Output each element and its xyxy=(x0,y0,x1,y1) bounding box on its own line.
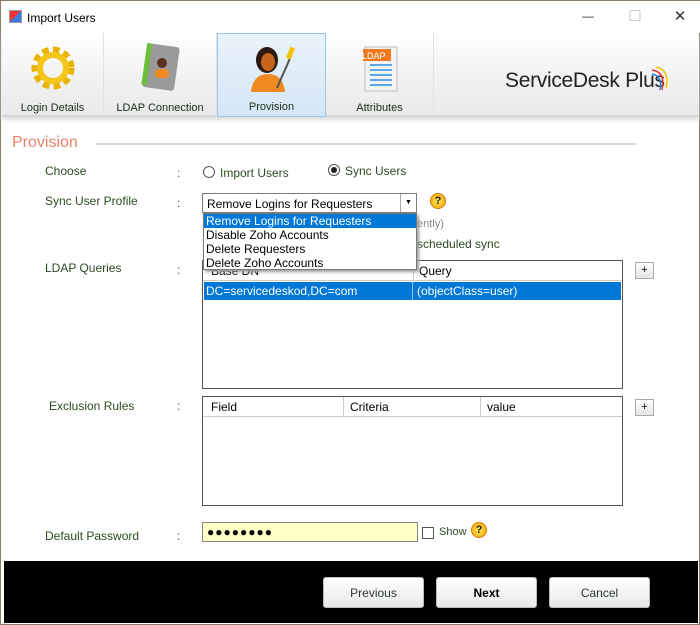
selected-value: Remove Logins for Requesters xyxy=(207,197,373,211)
column-divider[interactable] xyxy=(343,397,344,417)
servicedesk-plus-logo: ServiceDesk Plus xyxy=(505,69,665,92)
logo-arcs-icon xyxy=(651,66,668,91)
address-book-icon xyxy=(141,42,180,91)
colon: : xyxy=(177,166,181,180)
wizard-toolbar: Login Details LDAP Connection Provision … xyxy=(2,33,699,117)
maximize-button[interactable]: ☐ xyxy=(625,7,645,25)
column-header[interactable]: Criteria xyxy=(350,400,389,414)
tab-label: Provision xyxy=(248,101,295,113)
section-divider xyxy=(96,143,636,145)
section-title: Provision xyxy=(12,134,78,151)
show-password-label[interactable]: Show xyxy=(439,526,467,538)
ldap-queries-label: LDAP Queries xyxy=(45,261,122,275)
sync-users-radio[interactable] xyxy=(328,164,340,176)
dropdown-option[interactable]: Disable Zoho Accounts xyxy=(204,228,416,242)
tab-label: Attributes xyxy=(356,102,403,114)
table-row[interactable]: DC=servicedeskod,DC=com (objectClass=use… xyxy=(204,282,621,300)
column-header[interactable]: value xyxy=(487,400,516,414)
sync-user-profile-label: Sync User Profile xyxy=(45,194,138,208)
column-header[interactable]: Field xyxy=(211,400,237,414)
hidden-note: ently) xyxy=(417,218,444,230)
column-divider[interactable] xyxy=(480,397,481,417)
tab-label: LDAP Connection xyxy=(116,102,204,114)
default-password-label: Default Password xyxy=(45,529,140,543)
exclusion-rules-label: Exclusion Rules xyxy=(49,399,135,413)
dropdown-option[interactable]: Delete Zoho Accounts xyxy=(204,256,416,270)
ldap-document-icon xyxy=(362,46,397,92)
default-password-input[interactable]: ●●●●●●●● xyxy=(202,522,418,542)
gear-icon xyxy=(31,46,74,90)
exclusion-rules-table[interactable]: Field Criteria value xyxy=(202,396,623,506)
table-header: Field Criteria value xyxy=(203,397,622,417)
window-title: Import Users xyxy=(27,11,96,25)
tab-attributes[interactable]: LDAP Attributes xyxy=(326,33,434,117)
minimize-button[interactable]: — xyxy=(578,9,598,23)
import-users-label[interactable]: Import Users xyxy=(220,166,289,180)
colon: : xyxy=(177,263,181,277)
choose-label: Choose xyxy=(45,164,87,178)
add-exclusion-rule-button[interactable]: + xyxy=(635,399,654,416)
import-users-window: Import Users — ☐ ✕ Login Details LDAP Co… xyxy=(0,0,700,625)
import-users-radio[interactable] xyxy=(203,166,215,178)
cell-base-dn: DC=servicedeskod,DC=com xyxy=(206,284,358,298)
colon: : xyxy=(177,196,181,210)
tab-provision[interactable]: Provision xyxy=(217,33,326,117)
app-icon xyxy=(9,10,22,23)
scheduled-sync-label: scheduled sync xyxy=(417,237,500,251)
ldap-badge: LDAP xyxy=(362,51,386,61)
help-icon[interactable]: ? xyxy=(471,522,487,538)
colon: : xyxy=(177,529,181,543)
show-password-checkbox[interactable] xyxy=(422,527,434,539)
user-tools-icon xyxy=(250,46,295,92)
dropdown-option[interactable]: Delete Requesters xyxy=(204,242,416,256)
title-bar: Import Users — ☐ ✕ xyxy=(1,1,700,33)
cell-query: (objectClass=user) xyxy=(417,284,518,298)
chevron-down-icon[interactable]: ▼ xyxy=(400,194,416,212)
help-icon[interactable]: ? xyxy=(430,193,446,209)
tab-login-details[interactable]: Login Details xyxy=(2,33,104,117)
previous-button[interactable]: Previous xyxy=(323,577,424,608)
add-ldap-query-button[interactable]: + xyxy=(635,262,654,279)
tab-label: Login Details xyxy=(20,102,85,114)
column-header[interactable]: Query xyxy=(419,264,452,278)
sync-users-label[interactable]: Sync Users xyxy=(345,164,406,178)
close-button[interactable]: ✕ xyxy=(670,7,690,25)
ldap-queries-table[interactable]: Base DN Query DC=servicedeskod,DC=com (o… xyxy=(202,260,623,389)
tab-ldap-connection[interactable]: LDAP Connection xyxy=(104,33,217,117)
dropdown-option[interactable]: Remove Logins for Requesters xyxy=(204,214,416,228)
sync-user-profile-select[interactable]: Remove Logins for Requesters ▼ xyxy=(202,193,417,213)
sync-profile-dropdown-list: Remove Logins for Requesters Disable Zoh… xyxy=(203,213,417,270)
next-button[interactable]: Next xyxy=(436,577,537,608)
cancel-button[interactable]: Cancel xyxy=(549,577,650,608)
colon: : xyxy=(177,399,181,413)
